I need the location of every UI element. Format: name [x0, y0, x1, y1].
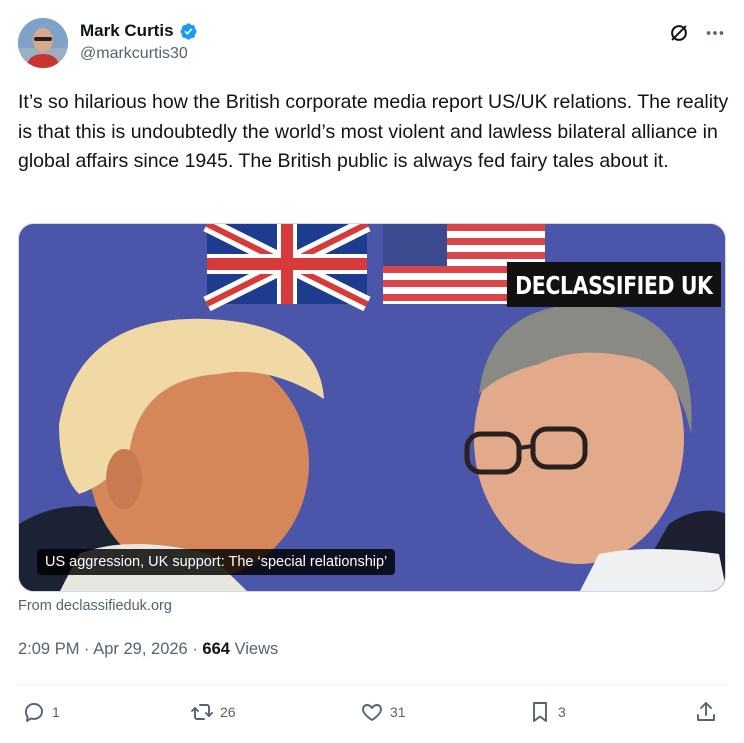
link-source[interactable]: From declassifieduk.org	[18, 598, 172, 614]
bookmark-button[interactable]: 3	[528, 700, 566, 724]
author-handle[interactable]: @markcurtis30	[80, 45, 198, 63]
share-button[interactable]	[694, 700, 718, 724]
tweet-text: It’s so hilarious how the British corpor…	[18, 91, 729, 172]
tweet-date[interactable]: Apr 29, 2026	[93, 640, 188, 658]
views-count: 664	[202, 640, 230, 658]
tweet-meta: 2:09 PM · Apr 29, 2026 · 664 Views	[18, 640, 278, 659]
uk-flag-graphic	[203, 224, 371, 312]
repost-count: 26	[220, 704, 236, 720]
meta-separator: ·	[84, 640, 90, 658]
repost-icon	[191, 704, 213, 720]
author-name[interactable]: Mark Curtis	[80, 21, 174, 41]
repost-button[interactable]: 26	[190, 700, 236, 724]
reply-button[interactable]: 1	[22, 700, 60, 724]
header-actions	[668, 22, 726, 44]
views-label: Views	[234, 640, 279, 658]
more-icon[interactable]	[704, 22, 726, 44]
like-count: 31	[390, 704, 406, 720]
avatar[interactable]	[18, 18, 68, 68]
brand-badge: DECLASSIFIED UK	[507, 262, 721, 307]
media-caption: US aggression, UK support: The ‘special …	[37, 549, 396, 575]
tweet-header: Mark Curtis @markcurtis30	[18, 18, 726, 70]
divider	[18, 684, 726, 685]
tweet-media[interactable]: DECLASSIFIED UK US aggression, UK suppor…	[18, 223, 726, 592]
meta-separator: ·	[192, 640, 198, 658]
heart-icon	[362, 704, 382, 721]
author-block: Mark Curtis @markcurtis30	[80, 21, 198, 63]
like-button[interactable]: 31	[360, 700, 406, 724]
reply-icon	[25, 703, 43, 722]
verified-badge-icon	[179, 22, 197, 40]
bookmark-count: 3	[558, 704, 566, 720]
tweet-time[interactable]: 2:09 PM	[18, 640, 79, 658]
reply-count: 1	[52, 704, 60, 720]
bookmark-icon	[533, 702, 547, 722]
grok-icon[interactable]	[668, 22, 690, 44]
action-bar: 1 26 31 3	[18, 700, 726, 728]
share-icon	[697, 702, 715, 721]
